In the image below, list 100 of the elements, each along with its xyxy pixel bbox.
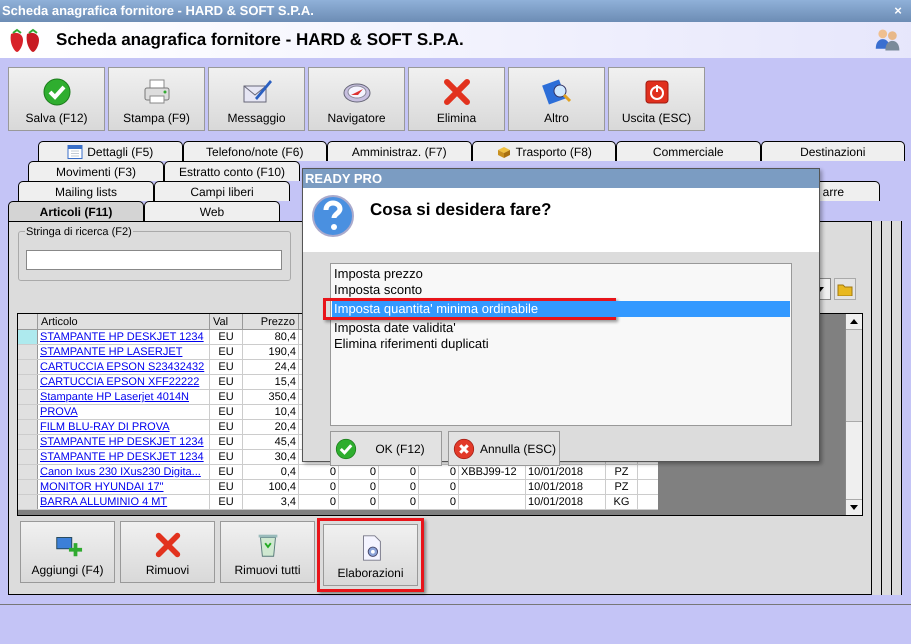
column-header[interactable]: Articolo bbox=[38, 314, 210, 329]
row-marker[interactable] bbox=[18, 435, 38, 449]
table-cell: EU bbox=[210, 390, 243, 404]
down-arrow-icon bbox=[850, 505, 858, 510]
action-button[interactable]: Rimuovi bbox=[120, 521, 215, 583]
option-item[interactable]: Imposta date validita' bbox=[332, 320, 790, 336]
table-cell: 0,4 bbox=[243, 465, 299, 479]
table-cell: EU bbox=[210, 420, 243, 434]
dialog-title: READY PRO bbox=[303, 169, 819, 188]
article-link[interactable]: CARTUCCIA EPSON S23432432 bbox=[38, 360, 210, 374]
check-icon bbox=[334, 436, 358, 460]
tab[interactable]: Movimenti (F3) bbox=[28, 161, 164, 181]
toolbar-button[interactable]: Stampa (F9) bbox=[108, 67, 205, 131]
table-cell: EU bbox=[210, 360, 243, 374]
table-cell: PZ bbox=[606, 465, 638, 479]
check-icon bbox=[40, 76, 72, 108]
toolbar-button[interactable]: Salva (F12) bbox=[8, 67, 105, 131]
row-marker[interactable] bbox=[18, 390, 38, 404]
table-cell: 30,4 bbox=[243, 450, 299, 464]
table-cell: EU bbox=[210, 480, 243, 494]
table-cell: EU bbox=[210, 435, 243, 449]
scrollbar[interactable] bbox=[845, 314, 862, 515]
table-cell: 10,4 bbox=[243, 405, 299, 419]
tab[interactable]: Telefono/note (F6) bbox=[182, 141, 327, 161]
question-icon bbox=[311, 194, 355, 238]
row-marker[interactable] bbox=[18, 330, 38, 344]
table-cell: 100,4 bbox=[243, 480, 299, 494]
table-cell: PZ bbox=[606, 480, 638, 494]
article-link[interactable]: STAMPANTE HP DESKJET 1234 bbox=[38, 330, 210, 344]
toolbar-button[interactable]: Uscita (ESC) bbox=[608, 67, 705, 131]
table-cell: EU bbox=[210, 465, 243, 479]
tab[interactable]: Mailing lists bbox=[18, 181, 154, 201]
row-marker[interactable] bbox=[18, 375, 38, 389]
table-cell: EU bbox=[210, 375, 243, 389]
table-cell: 15,4 bbox=[243, 375, 299, 389]
table-cell: 3,4 bbox=[243, 495, 299, 509]
table-cell: 45,4 bbox=[243, 435, 299, 449]
row-marker[interactable] bbox=[18, 345, 38, 359]
row-marker[interactable] bbox=[18, 450, 38, 464]
table-cell: EU bbox=[210, 330, 243, 344]
tab[interactable]: Campi liberi bbox=[154, 181, 290, 201]
article-link[interactable]: BARRA ALLUMINIO 4 MT bbox=[38, 495, 210, 509]
tab[interactable]: Estratto conto (F10) bbox=[164, 161, 300, 181]
table-cell: 80,4 bbox=[243, 330, 299, 344]
tab[interactable]: Destinazioni bbox=[760, 141, 905, 161]
row-marker[interactable] bbox=[18, 465, 38, 479]
table-cell: 0 bbox=[379, 480, 419, 494]
article-link[interactable]: PROVA bbox=[38, 405, 210, 419]
search-field[interactable] bbox=[26, 250, 282, 270]
table-cell: EU bbox=[210, 405, 243, 419]
article-link[interactable]: Canon Ixus 230 IXus230 Digita... bbox=[38, 465, 210, 479]
tab[interactable]: Trasporto (F8) bbox=[472, 141, 616, 161]
table-cell: EU bbox=[210, 345, 243, 359]
toolbar-button[interactable]: Navigatore bbox=[308, 67, 405, 131]
calendar-icon bbox=[67, 144, 84, 160]
article-link[interactable]: Stampante HP Laserjet 4014N bbox=[38, 390, 210, 404]
folder-icon bbox=[837, 282, 853, 296]
tab[interactable]: Web bbox=[144, 201, 280, 221]
row-marker[interactable] bbox=[18, 495, 38, 509]
table-cell: 0 bbox=[339, 480, 379, 494]
row-marker[interactable] bbox=[18, 480, 38, 494]
column-header[interactable]: Val bbox=[210, 314, 243, 329]
table-cell: 0 bbox=[299, 495, 339, 509]
tab[interactable]: Articoli (F11) bbox=[8, 201, 144, 221]
action-button[interactable]: Rimuovi tutti bbox=[220, 521, 315, 583]
row-marker[interactable] bbox=[18, 420, 38, 434]
table-cell: 0 bbox=[299, 480, 339, 494]
dialog-button[interactable]: OK (F12) bbox=[330, 431, 442, 466]
table-cell: KG bbox=[606, 495, 638, 509]
tab[interactable]: Dettagli (F5) bbox=[38, 141, 182, 161]
option-item[interactable]: Elimina riferimenti duplicati bbox=[332, 336, 790, 352]
row-marker[interactable] bbox=[18, 360, 38, 374]
article-link[interactable]: MONITOR HYUNDAI 17" bbox=[38, 480, 210, 494]
option-item[interactable]: Imposta sconto bbox=[332, 282, 790, 298]
column-header[interactable]: Prezzo bbox=[243, 314, 299, 329]
table-cell: 10/01/2018 bbox=[526, 495, 606, 509]
folder-button[interactable] bbox=[834, 278, 856, 300]
table-cell: 0 bbox=[339, 495, 379, 509]
table-cell: 0 bbox=[419, 480, 459, 494]
table-cell: 24,4 bbox=[243, 360, 299, 374]
article-link[interactable]: FILM BLU-RAY DI PROVA bbox=[38, 420, 210, 434]
toolbar-button[interactable]: Elimina bbox=[408, 67, 505, 131]
dialog-question: Cosa si desidera fare? bbox=[370, 199, 552, 221]
window-title: Scheda anagrafica fornitore - HARD & SOFT S.P.A. bbox=[2, 2, 314, 20]
action-button[interactable]: Elaborazioni bbox=[323, 524, 418, 586]
toolbar-button[interactable]: Messaggio bbox=[208, 67, 305, 131]
tab[interactable]: Amministraz. (F7) bbox=[327, 141, 472, 161]
up-arrow-icon bbox=[850, 319, 858, 324]
form-title: Scheda anagrafica fornitore - HARD & SOFT S.P.A. bbox=[56, 29, 465, 52]
article-link[interactable]: STAMPANTE HP DESKJET 1234 bbox=[38, 450, 210, 464]
table-cell: 20,4 bbox=[243, 420, 299, 434]
action-button[interactable]: Aggiungi (F4) bbox=[20, 521, 115, 583]
row-marker[interactable] bbox=[18, 405, 38, 419]
toolbar-button[interactable]: Altro bbox=[508, 67, 605, 131]
option-item[interactable]: Imposta prezzo bbox=[332, 266, 790, 282]
tab[interactable]: Commerciale bbox=[616, 141, 760, 161]
article-link[interactable]: CARTUCCIA EPSON XFF22222 bbox=[38, 375, 210, 389]
article-link[interactable]: STAMPANTE HP LASERJET bbox=[38, 345, 210, 359]
article-link[interactable]: STAMPANTE HP DESKJET 1234 bbox=[38, 435, 210, 449]
dialog-button[interactable]: Annulla (ESC) bbox=[448, 431, 560, 466]
